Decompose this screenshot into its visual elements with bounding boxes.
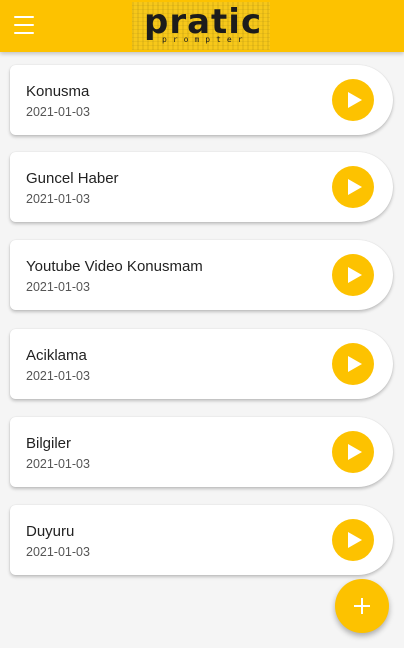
item-date: 2021-01-03	[26, 105, 90, 119]
play-icon	[347, 267, 362, 283]
list-item[interactable]: Duyuru 2021-01-03	[10, 505, 393, 575]
item-title: Youtube Video Konusmam	[26, 258, 203, 275]
play-icon	[347, 179, 362, 195]
list-item[interactable]: Aciklama 2021-01-03	[10, 329, 393, 399]
play-icon	[347, 92, 362, 108]
item-date: 2021-01-03	[26, 545, 90, 559]
list-item[interactable]: Guncel Haber 2021-01-03	[10, 152, 393, 222]
item-date: 2021-01-03	[26, 192, 90, 206]
play-button[interactable]	[332, 79, 374, 121]
add-icon	[354, 598, 370, 614]
menu-icon[interactable]	[14, 16, 36, 34]
play-button[interactable]	[332, 519, 374, 561]
play-icon	[347, 532, 362, 548]
item-title: Guncel Haber	[26, 170, 119, 187]
app-logo: pratic prompter	[132, 2, 270, 50]
play-button[interactable]	[332, 343, 374, 385]
item-title: Duyuru	[26, 523, 75, 540]
item-date: 2021-01-03	[26, 457, 90, 471]
item-date: 2021-01-03	[26, 280, 90, 294]
list-item[interactable]: Bilgiler 2021-01-03	[10, 417, 393, 487]
list-item[interactable]: Konusma 2021-01-03	[10, 65, 393, 135]
item-date: 2021-01-03	[26, 369, 90, 383]
play-button[interactable]	[332, 166, 374, 208]
item-title: Konusma	[26, 83, 90, 100]
add-button[interactable]	[335, 579, 389, 633]
play-button[interactable]	[332, 254, 374, 296]
logo-subtext: prompter	[162, 35, 249, 44]
item-title: Bilgiler	[26, 435, 72, 452]
play-icon	[347, 444, 362, 460]
play-icon	[347, 356, 362, 372]
app-bar: pratic prompter	[0, 0, 404, 52]
item-title: Aciklama	[26, 347, 87, 364]
list-item[interactable]: Youtube Video Konusmam 2021-01-03	[10, 240, 393, 310]
play-button[interactable]	[332, 431, 374, 473]
